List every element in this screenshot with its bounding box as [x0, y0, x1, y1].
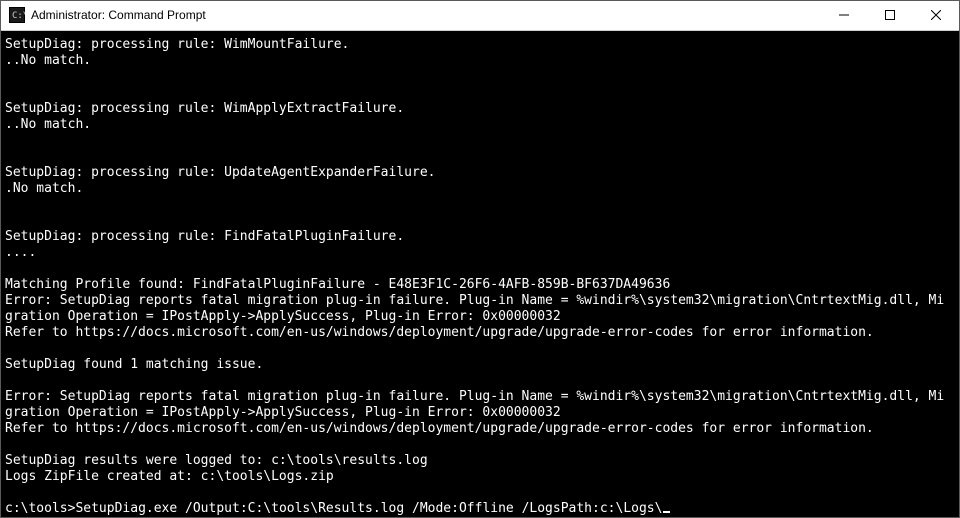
console-line: SetupDiag: processing rule: UpdateAgentE… — [5, 165, 955, 181]
console-line: Refer to https://docs.microsoft.com/en-u… — [5, 421, 955, 437]
console-line: Error: SetupDiag reports fatal migration… — [5, 389, 955, 405]
console-line — [5, 213, 955, 229]
minimize-button[interactable] — [821, 1, 867, 30]
console-line: Refer to https://docs.microsoft.com/en-u… — [5, 325, 955, 341]
console-line: SetupDiag: processing rule: WimApplyExtr… — [5, 101, 955, 117]
console-output-area[interactable]: SetupDiag: processing rule: WimMountFail… — [1, 31, 959, 517]
console-line: ..No match. — [5, 53, 955, 69]
console-line — [5, 85, 955, 101]
svg-text:C:\: C:\ — [12, 11, 25, 21]
console-line: .... — [5, 245, 955, 261]
console-line — [5, 341, 955, 357]
console-line: gration Operation = IPostApply->ApplySuc… — [5, 309, 955, 325]
command-prompt-window: C:\ Administrator: Command Prompt SetupD… — [0, 0, 960, 518]
console-line: Matching Profile found: FindFatalPluginF… — [5, 277, 955, 293]
prompt-text: c:\tools> — [5, 501, 75, 516]
maximize-button[interactable] — [867, 1, 913, 30]
console-line: gration Operation = IPostApply->ApplySuc… — [5, 405, 955, 421]
console-line — [5, 373, 955, 389]
console-line: Logs ZipFile created at: c:\tools\Logs.z… — [5, 469, 955, 485]
window-title: Administrator: Command Prompt — [31, 8, 206, 22]
console-line: Error: SetupDiag reports fatal migration… — [5, 293, 955, 309]
console-line: ..No match. — [5, 117, 955, 133]
console-line — [5, 69, 955, 85]
console-prompt-line[interactable]: c:\tools>SetupDiag.exe /Output:C:\tools\… — [5, 501, 955, 517]
console-line — [5, 261, 955, 277]
console-line: SetupDiag found 1 matching issue. — [5, 357, 955, 373]
console-line — [5, 437, 955, 453]
console-line: SetupDiag results were logged to: c:\too… — [5, 453, 955, 469]
console-line — [5, 149, 955, 165]
close-button[interactable] — [913, 1, 959, 30]
cmd-icon: C:\ — [9, 7, 25, 23]
console-line — [5, 485, 955, 501]
console-line: .No match. — [5, 181, 955, 197]
titlebar[interactable]: C:\ Administrator: Command Prompt — [1, 1, 959, 31]
console-line: SetupDiag: processing rule: FindFatalPlu… — [5, 229, 955, 245]
console-line: SetupDiag: processing rule: WimMountFail… — [5, 37, 955, 53]
console-line — [5, 133, 955, 149]
command-text: SetupDiag.exe /Output:C:\tools\Results.l… — [75, 501, 662, 516]
console-line — [5, 197, 955, 213]
window-controls — [821, 1, 959, 30]
text-cursor — [663, 511, 670, 513]
